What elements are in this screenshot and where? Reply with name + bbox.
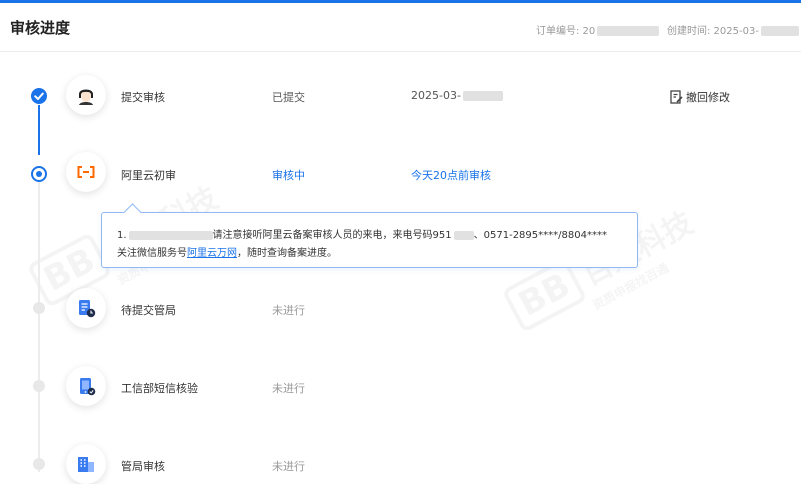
step-done-node xyxy=(31,88,47,104)
edit-document-icon xyxy=(670,90,683,104)
timeline-line-pending xyxy=(38,182,40,472)
step-name: 提交审核 xyxy=(121,91,165,104)
step-icon-wrap xyxy=(66,444,106,484)
step-pending-node xyxy=(33,380,45,392)
notice-line-1: 1. 请注意接听阿里云备案审核人员的来电，来电号码951 、0571-2895***… xyxy=(117,226,607,241)
step-name: 待提交管局 xyxy=(121,304,176,317)
step-pending-node xyxy=(33,458,45,470)
step-status: 未进行 xyxy=(272,382,305,395)
redacted-text xyxy=(128,230,213,240)
wechat-account-link[interactable]: 阿里云万网 xyxy=(187,248,237,259)
created-time: 创建时间: 2025-03- xyxy=(667,22,799,37)
revoke-edit-label: 撤回修改 xyxy=(686,91,730,104)
revoke-edit-button[interactable]: 撤回修改 xyxy=(670,89,730,105)
checkmark-icon xyxy=(34,92,44,100)
notice-main: 请注意接听阿里云备案审核人员的来电，来电号码951 xyxy=(212,230,452,241)
phone-message-icon xyxy=(80,378,96,396)
user-avatar-icon xyxy=(79,89,93,105)
notice-phone-tail: 、0571-2895****/8804**** xyxy=(473,230,607,241)
redacted-order-number xyxy=(597,26,660,36)
notice-line-2: 关注微信服务号阿里云万网，随时查询备案进度。 xyxy=(117,244,337,259)
review-notice-box: 1. 请注意接听阿里云备案审核人员的来电，来电号码951 、0571-2895***… xyxy=(101,212,638,268)
step-active-node xyxy=(31,166,47,182)
step-status: 未进行 xyxy=(272,304,305,317)
step-name: 管局审核 xyxy=(121,460,165,473)
order-number-label: 订单编号: 20 xyxy=(536,26,596,37)
order-number: 订单编号: 20 xyxy=(536,22,660,37)
step-pending-node xyxy=(33,302,45,314)
document-clock-icon xyxy=(79,300,96,318)
page-header: 审核进度 订单编号: 20 创建时间: 2025-03- xyxy=(0,3,801,52)
step-status: 未进行 xyxy=(272,460,305,473)
step-icon-wrap xyxy=(66,75,106,115)
redacted-phone xyxy=(453,230,474,240)
building-icon xyxy=(78,457,94,472)
aliyun-logo-icon xyxy=(77,166,95,178)
step-time: 2025-03- xyxy=(411,89,503,102)
timeline-line-done xyxy=(38,105,40,155)
notice-prefix: 1. xyxy=(117,230,127,241)
created-time-label: 创建时间: 2025-03- xyxy=(667,26,759,37)
step-time-text: 2025-03- xyxy=(411,89,461,102)
notice-line2-prefix: 关注微信服务号 xyxy=(117,248,187,259)
step-icon-wrap xyxy=(66,288,106,328)
step-time: 今天20点前审核 xyxy=(411,169,491,182)
step-icon-wrap xyxy=(66,152,106,192)
step-name: 工信部短信核验 xyxy=(121,382,198,395)
watermark-logo: BB xyxy=(501,256,588,334)
step-icon-wrap xyxy=(66,366,106,406)
redacted-created-time xyxy=(760,26,799,36)
redacted-date xyxy=(462,91,503,101)
step-name: 阿里云初审 xyxy=(121,169,176,182)
step-status: 已提交 xyxy=(272,91,305,104)
page-title: 审核进度 xyxy=(10,19,71,37)
notice-line2-suffix: ，随时查询备案进度。 xyxy=(237,248,337,259)
step-status: 审核中 xyxy=(272,169,305,182)
